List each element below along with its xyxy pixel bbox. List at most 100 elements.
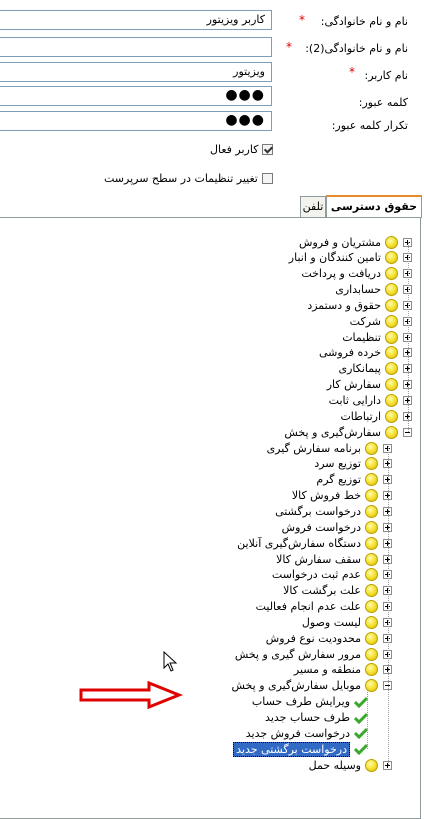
tree-item[interactable]: پیمانکاری <box>338 361 412 377</box>
tree-item[interactable]: شرکت <box>350 313 412 329</box>
tree-subitem[interactable]: مرور سفارش گیری و پخش <box>235 646 392 662</box>
permission-state-icon[interactable] <box>385 298 398 312</box>
tree-item-label: علت برگشت کالا <box>283 584 361 598</box>
permission-state-icon[interactable] <box>385 251 398 265</box>
tree-item-label: دریافت و پرداخت <box>301 267 381 281</box>
permission-state-icon[interactable] <box>365 568 378 582</box>
permission-state-icon[interactable] <box>385 409 398 423</box>
fullname-input[interactable]: کاربر ویزیتور <box>0 10 272 30</box>
tree-item[interactable]: تنظیمات <box>342 329 412 345</box>
permission-state-icon[interactable] <box>365 489 378 503</box>
tab-bar: تلفن حقوق دسترسی <box>0 195 424 218</box>
tree-subitem[interactable]: توزیع سرد <box>314 456 392 472</box>
tree-item-label: توزیع سرد <box>314 457 361 471</box>
tree-item-label: توزیع گرم <box>316 473 361 487</box>
required-mark: * <box>299 13 305 27</box>
permission-state-icon[interactable] <box>385 314 398 328</box>
server-settings-checkbox[interactable] <box>261 173 273 184</box>
permission-state-icon[interactable] <box>365 647 378 661</box>
tree-subitem[interactable]: برنامه سفارش گیری <box>267 440 392 456</box>
active-user-checkbox[interactable] <box>262 144 274 155</box>
permission-state-icon[interactable] <box>365 631 378 645</box>
permission-state-icon[interactable] <box>385 425 398 439</box>
tree-item[interactable]: خرده فروشی <box>319 345 412 361</box>
tree-item-label: درخواست فروش <box>281 520 361 534</box>
username-input[interactable]: ویزیتور <box>0 62 272 82</box>
permission-state-icon[interactable] <box>365 536 378 550</box>
tree-connector-line <box>367 689 368 750</box>
password-confirm-input[interactable]: ●●● <box>0 111 272 131</box>
server-settings-row[interactable]: تغییر تنظیمات در سطح سرپرست <box>104 172 273 185</box>
permission-state-icon[interactable] <box>365 473 378 487</box>
tree-subitem[interactable]: توزیع گرم <box>316 472 392 488</box>
tree-subitem[interactable]: وسیله حمل <box>309 757 392 773</box>
tab-access-rights[interactable]: حقوق دسترسی <box>326 195 422 218</box>
tree-item-label: حسابداری <box>335 283 381 297</box>
tree-item[interactable]: سفارش کار <box>327 377 412 393</box>
tree-subitem[interactable]: محدودیت نوع فروش <box>266 630 392 646</box>
tree-subitem[interactable]: علت برگشت کالا <box>283 583 392 599</box>
permission-state-icon[interactable] <box>365 441 378 455</box>
permission-state-icon[interactable] <box>365 615 378 629</box>
active-user-row[interactable]: کاربر فعال <box>210 143 274 156</box>
permission-state-icon[interactable] <box>365 504 378 518</box>
fullname2-input[interactable] <box>0 37 272 57</box>
tree-item-label: درخواست فروش جدید <box>245 726 350 740</box>
active-user-label: کاربر فعال <box>210 143 259 156</box>
tree-subitem[interactable]: عدم ثبت درخواست <box>272 567 392 583</box>
check-icon <box>354 728 368 740</box>
permission-state-icon[interactable] <box>385 346 398 360</box>
tree-item-label: ویرایش طرف حساب <box>251 695 350 709</box>
tree-subitem[interactable]: درخواست فروش <box>282 519 392 535</box>
tree-item-expanded[interactable]: سفارش‌گیری و پخش <box>284 424 412 440</box>
permission-state-icon[interactable] <box>365 663 378 677</box>
permission-state-icon[interactable] <box>365 520 378 534</box>
tree-item-label: خرده فروشی <box>318 346 381 360</box>
password-label: کلمه عبور: <box>358 96 408 109</box>
tree-item-label: دارایی ثابت <box>328 394 381 407</box>
permission-state-icon[interactable] <box>365 552 378 566</box>
tree-subitem[interactable]: درخواست برگشتی <box>275 503 392 519</box>
tree-item-label: برنامه سفارش گیری <box>266 441 361 455</box>
tree-item-label: سفارش‌گیری و پخش <box>284 425 381 439</box>
permission-state-icon[interactable] <box>385 283 398 297</box>
required-mark: * <box>286 40 292 54</box>
permission-state-icon[interactable] <box>385 267 398 281</box>
tree-subitem[interactable]: سقف سفارش کالا <box>276 551 392 567</box>
tree-item[interactable]: مشتریان و فروش <box>299 234 412 250</box>
tree-item[interactable]: تامین کنندگان و انبار <box>289 250 412 266</box>
tree-subitem[interactable]: خط فروش کالا <box>292 488 392 504</box>
tree-item[interactable]: حسابداری <box>335 282 412 298</box>
tree-subitem[interactable]: علت عدم انجام فعالیت <box>256 599 392 615</box>
password-confirm-label: تکرار کلمه عبور: <box>331 119 408 132</box>
permission-state-icon[interactable] <box>385 394 398 407</box>
tree-item[interactable]: حقوق و دستمزد <box>307 297 412 313</box>
tree-leaf-item[interactable]: طرف حساب جدید <box>265 710 368 726</box>
tree-item[interactable]: دارایی ثابت <box>329 393 412 409</box>
tree-leaf-item[interactable]: درخواست فروش جدید <box>246 725 368 741</box>
tree-item[interactable]: ارتباطات <box>340 408 412 424</box>
check-icon <box>354 696 368 708</box>
permission-state-icon[interactable] <box>385 330 398 344</box>
permission-state-icon[interactable] <box>365 600 378 614</box>
permission-state-icon[interactable] <box>385 362 398 376</box>
tree-item-label: خط فروش کالا <box>291 489 361 503</box>
tree-subitem[interactable]: لیست وصول <box>302 614 392 630</box>
tree-leaf-item[interactable]: درخواست برگشتی جدید <box>233 741 368 757</box>
password-input[interactable]: ●●● <box>0 86 272 106</box>
tree-leaf-item[interactable]: ویرایش طرف حساب <box>252 694 368 710</box>
tree-item-label: درخواست برگشتی جدید <box>233 741 350 757</box>
tree-subitem[interactable]: دستگاه سفارش‌گیری آنلاین <box>237 535 392 551</box>
tree-item-label: علت عدم انجام فعالیت <box>255 600 361 614</box>
tree-subitem[interactable]: منطقه و مسیر <box>294 662 392 678</box>
tree-item-label: وسیله حمل <box>308 758 361 772</box>
tab-phone[interactable]: تلفن <box>300 196 326 217</box>
permission-state-icon[interactable] <box>385 235 398 249</box>
permission-state-icon[interactable] <box>365 457 378 471</box>
mouse-cursor-icon <box>163 651 178 672</box>
permission-state-icon[interactable] <box>365 758 378 772</box>
permission-state-icon[interactable] <box>385 378 398 392</box>
permission-state-icon[interactable] <box>365 584 378 598</box>
tree-item-label: محدودیت نوع فروش <box>265 631 361 645</box>
tree-item[interactable]: دریافت و پرداخت <box>301 266 412 282</box>
